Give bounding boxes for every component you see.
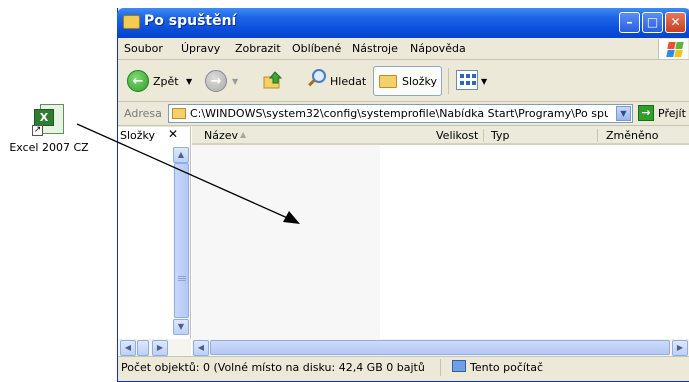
menu-zobrazit[interactable]: Zobrazit: [235, 42, 281, 55]
maximize-button[interactable]: □: [642, 12, 663, 33]
column-header: Název ▲ Velikost Typ Změněno: [192, 127, 689, 145]
minimize-button[interactable]: –: [619, 12, 640, 33]
scroll-thumb[interactable]: [174, 163, 189, 318]
folders-pane: Složky ✕ ▲ ▼ ◀ ▶: [118, 127, 191, 356]
address-value[interactable]: C:\WINDOWS\system32\config\systemprofile…: [190, 107, 608, 120]
folders-button[interactable]: Složky: [373, 66, 442, 96]
status-divider: [440, 359, 441, 376]
status-bar: Počet objektů: 0 (Volné místo na disku: …: [118, 356, 689, 378]
column-divider[interactable]: [483, 129, 484, 142]
close-button[interactable]: ✕: [665, 12, 686, 33]
window-title: Po spuštění: [144, 13, 237, 29]
folder-up-icon[interactable]: [263, 70, 283, 90]
excel-shortcut[interactable]: X ↗ Excel 2007 CZ: [0, 103, 98, 154]
shortcut-arrow-icon: ↗: [32, 125, 43, 136]
shortcut-label: Excel 2007 CZ: [9, 141, 89, 154]
sorted-column-highlight: [192, 145, 380, 339]
sort-ascending-icon: ▲: [240, 130, 247, 139]
forward-dropdown-icon[interactable]: ▼: [232, 77, 238, 86]
menu-napoveda[interactable]: Nápověda: [410, 42, 466, 55]
back-label: Zpět: [153, 75, 179, 88]
explorer-window: Po spuštění – □ ✕ Soubor Úpravy Zobrazit…: [117, 8, 689, 382]
folders-label: Složky: [402, 75, 438, 88]
scroll-right-icon[interactable]: ▶: [672, 340, 688, 356]
address-bar: Adresa C:\WINDOWS\system32\config\system…: [118, 102, 689, 126]
views-dropdown-icon[interactable]: ▼: [481, 77, 487, 86]
file-list-horizontal-scrollbar[interactable]: ◀ ▶: [192, 339, 689, 356]
search-label[interactable]: Hledat: [330, 75, 366, 88]
file-list[interactable]: [192, 145, 689, 339]
go-button[interactable]: Přejít: [658, 107, 686, 120]
address-label: Adresa: [124, 107, 162, 120]
menu-bar: Soubor Úpravy Zobrazit Oblíbené Nástroje…: [118, 38, 689, 60]
address-dropdown-icon[interactable]: ▼: [616, 106, 631, 121]
folders-pane-close-icon[interactable]: ✕: [168, 127, 178, 141]
scroll-right-icon[interactable]: ▶: [152, 340, 168, 356]
views-icon[interactable]: [456, 70, 478, 90]
status-computer: Tento počítač: [470, 361, 544, 374]
address-field[interactable]: C:\WINDOWS\system32\config\systemprofile…: [168, 104, 633, 123]
go-arrow-icon[interactable]: →: [638, 105, 654, 121]
folder-icon: [123, 15, 140, 29]
folders-icon: [379, 75, 397, 88]
column-type[interactable]: Typ: [491, 129, 510, 142]
menu-soubor[interactable]: Soubor: [124, 42, 163, 55]
folders-pane-header: Složky ✕: [118, 127, 191, 145]
column-name[interactable]: Název: [204, 129, 238, 142]
excel-icon: X ↗: [32, 103, 66, 137]
column-divider[interactable]: [597, 129, 598, 142]
scroll-up-icon[interactable]: ▲: [173, 147, 189, 163]
folders-pane-title: Složky: [120, 129, 156, 142]
scroll-thumb[interactable]: [137, 340, 149, 356]
computer-icon: [452, 360, 466, 372]
toolbar: ← Zpět ▼ → ▼ Hledat Složky ▼: [118, 60, 689, 102]
back-button[interactable]: ←: [127, 70, 149, 92]
content-area: Složky ✕ ▲ ▼ ◀ ▶ Název ▲ Velikost Typ Zm…: [118, 127, 689, 356]
scroll-left-icon[interactable]: ◀: [193, 340, 209, 356]
menu-oblibene[interactable]: Oblíbené: [292, 42, 341, 55]
back-dropdown-icon[interactable]: ▼: [186, 77, 192, 86]
search-icon[interactable]: [307, 69, 327, 89]
scroll-down-icon[interactable]: ▼: [173, 319, 189, 335]
menu-upravy[interactable]: Úpravy: [181, 42, 220, 55]
windows-logo-icon: [658, 39, 688, 59]
column-size[interactable]: Velikost: [436, 129, 478, 142]
folders-vertical-scrollbar[interactable]: ▲ ▼: [173, 147, 190, 335]
folders-horizontal-scrollbar[interactable]: ◀ ▶: [118, 339, 191, 356]
menu-nastroje[interactable]: Nástroje: [352, 42, 398, 55]
scroll-left-icon[interactable]: ◀: [120, 340, 136, 356]
column-modified[interactable]: Změněno: [606, 129, 658, 142]
status-summary: Počet objektů: 0 (Volné místo na disku: …: [121, 361, 425, 374]
scroll-thumb[interactable]: [210, 340, 670, 355]
folder-icon: [172, 108, 186, 119]
toolbar-separator: [448, 68, 449, 94]
title-bar[interactable]: Po spuštění – □ ✕: [117, 8, 689, 38]
forward-button[interactable]: →: [205, 70, 227, 92]
